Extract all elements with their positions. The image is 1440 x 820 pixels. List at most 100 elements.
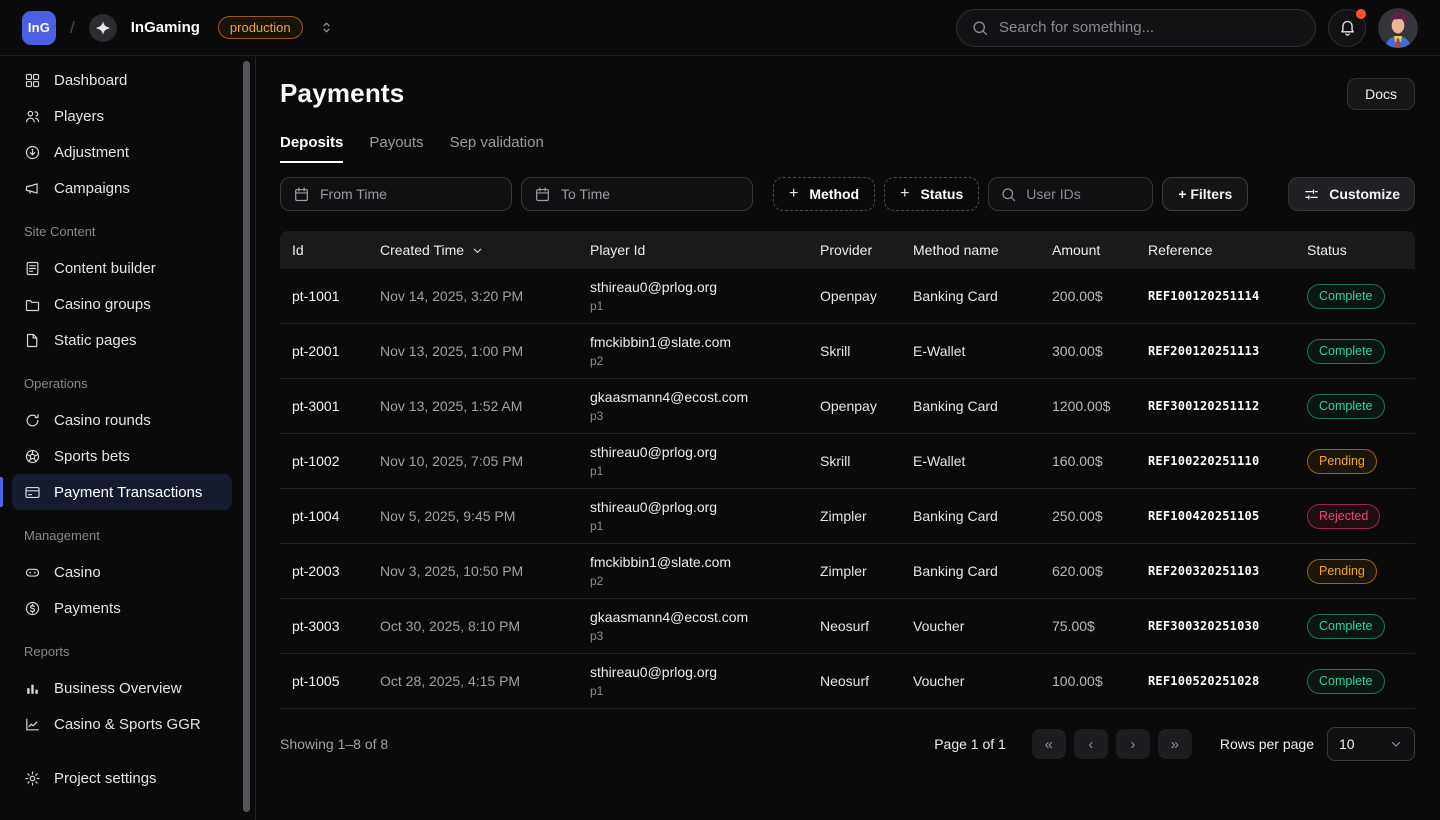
business-overview-icon [24, 680, 41, 697]
cell-method-name: Banking Card [903, 288, 1042, 304]
cell-id: pt-1002 [280, 453, 370, 469]
cell-status: Pending [1297, 559, 1415, 584]
to-time-input[interactable]: To Time [521, 177, 753, 211]
table-row[interactable]: pt-1002 Nov 10, 2025, 7:05 PM sthireau0@… [280, 434, 1415, 489]
table-row[interactable]: pt-3001 Nov 13, 2025, 1:52 AM gkaasmann4… [280, 379, 1415, 434]
sidebar-item-casino-groups[interactable]: Casino groups [12, 286, 232, 322]
customize-button[interactable]: Customize [1288, 177, 1415, 211]
player-email: sthireau0@prlog.org [590, 664, 810, 680]
sidebar-item-payments[interactable]: Payments [12, 590, 232, 626]
notifications-button[interactable] [1328, 9, 1366, 47]
cell-player-id: sthireau0@prlog.org p1 [580, 279, 810, 313]
user-avatar[interactable] [1378, 8, 1418, 48]
sidebar-item-label: Payment Transactions [54, 484, 202, 501]
sidebar-item-casino[interactable]: Casino [12, 554, 232, 590]
cell-method-name: E-Wallet [903, 343, 1042, 359]
cell-method-name: Banking Card [903, 398, 1042, 414]
sidebar-item-casino-sports-ggr[interactable]: Casino & Sports GGR [12, 706, 232, 742]
cell-provider: Skrill [810, 343, 903, 359]
app-logo[interactable]: InG [22, 11, 56, 45]
player-email: fmckibbin1@slate.com [590, 554, 810, 570]
sidebar-item-static-pages[interactable]: Static pages [12, 322, 232, 358]
more-filters-button[interactable]: + Filters [1162, 177, 1248, 211]
player-email: gkaasmann4@ecost.com [590, 389, 810, 405]
table-row[interactable]: pt-1001 Nov 14, 2025, 3:20 PM sthireau0@… [280, 269, 1415, 324]
docs-button[interactable]: Docs [1347, 78, 1415, 110]
cell-amount: 620.00$ [1042, 563, 1138, 579]
from-time-input[interactable]: From Time [280, 177, 512, 211]
calendar-icon [293, 186, 310, 203]
player-email: fmckibbin1@slate.com [590, 334, 810, 350]
ggr-icon [24, 716, 41, 733]
pagination-prev-button[interactable]: ‹ [1074, 729, 1108, 759]
breadcrumb-separator: / [70, 18, 75, 38]
cell-reference: REF300120251112 [1138, 399, 1297, 413]
tab-sep-validation[interactable]: Sep validation [450, 134, 544, 163]
method-filter-label: Method [809, 186, 859, 202]
payments-table: Id Created Time Player Id Provider Metho… [280, 231, 1415, 709]
sidebar-section-label: Management [24, 526, 239, 546]
player-id: p2 [590, 354, 810, 368]
status-badge: Complete [1307, 669, 1385, 694]
sidebar-item-content-builder[interactable]: Content builder [12, 250, 232, 286]
project-avatar [89, 14, 117, 42]
sidebar-section-label: Reports [24, 642, 239, 662]
tab-deposits[interactable]: Deposits [280, 134, 343, 163]
table-row[interactable]: pt-1005 Oct 28, 2025, 4:15 PM sthireau0@… [280, 654, 1415, 709]
sidebar-scrollbar[interactable] [243, 61, 250, 812]
sidebar-item-players[interactable]: Players [12, 98, 232, 134]
rows-per-page-label: Rows per page [1220, 736, 1314, 752]
cell-created-time: Nov 13, 2025, 1:00 PM [370, 343, 580, 359]
table-header: Id Created Time Player Id Provider Metho… [280, 231, 1415, 269]
add-method-filter-button[interactable]: + Method [773, 177, 875, 211]
table-body: pt-1001 Nov 14, 2025, 3:20 PM sthireau0@… [280, 269, 1415, 709]
rows-per-page-select[interactable]: 10 [1327, 727, 1415, 761]
tab-payouts[interactable]: Payouts [369, 134, 423, 163]
casino-icon [24, 564, 41, 581]
table-row[interactable]: pt-1004 Nov 5, 2025, 9:45 PM sthireau0@p… [280, 489, 1415, 544]
cell-status: Complete [1297, 284, 1415, 309]
column-header-created-time[interactable]: Created Time [370, 242, 580, 258]
search-input[interactable] [999, 19, 1301, 36]
user-ids-input[interactable]: User IDs [988, 177, 1153, 211]
cell-provider: Neosurf [810, 618, 903, 634]
column-header-provider: Provider [810, 242, 903, 258]
search-icon [1000, 186, 1017, 203]
pagination-first-button[interactable]: « [1032, 729, 1066, 759]
showing-count: Showing 1–8 of 8 [280, 736, 388, 752]
status-filter-label: Status [920, 186, 963, 202]
table-row[interactable]: pt-3003 Oct 30, 2025, 8:10 PM gkaasmann4… [280, 599, 1415, 654]
sidebar-nav: Dashboard Players Adjustment Campaigns S… [0, 62, 239, 742]
add-status-filter-button[interactable]: + Status [884, 177, 979, 211]
table-row[interactable]: pt-2001 Nov 13, 2025, 1:00 PM fmckibbin1… [280, 324, 1415, 379]
sidebar-item-label: Payments [54, 600, 121, 617]
sidebar-item-project-settings[interactable]: Project settings [12, 760, 232, 796]
project-name: InGaming [131, 19, 200, 36]
sidebar-item-sports-bets[interactable]: Sports bets [12, 438, 232, 474]
sidebar-item-casino-rounds[interactable]: Casino rounds [12, 402, 232, 438]
main-content: Payments Docs DepositsPayoutsSep validat… [256, 56, 1440, 820]
sidebar-item-adjustment[interactable]: Adjustment [12, 134, 232, 170]
table-row[interactable]: pt-2003 Nov 3, 2025, 10:50 PM fmckibbin1… [280, 544, 1415, 599]
filter-row: From Time To Time + Method + Status User… [280, 177, 1415, 211]
global-search[interactable] [956, 9, 1316, 47]
sidebar-item-business-overview[interactable]: Business Overview [12, 670, 232, 706]
sidebar-item-dashboard[interactable]: Dashboard [12, 62, 232, 98]
cell-created-time: Nov 13, 2025, 1:52 AM [370, 398, 580, 414]
from-time-placeholder: From Time [320, 186, 387, 202]
cell-amount: 200.00$ [1042, 288, 1138, 304]
pagination-next-button[interactable]: › [1116, 729, 1150, 759]
status-badge: Pending [1307, 449, 1377, 474]
sidebar-section: Reports Business Overview Casino & Sport… [0, 642, 239, 742]
pagination-last-button[interactable]: » [1158, 729, 1192, 759]
cell-status: Complete [1297, 394, 1415, 419]
sidebar-item-campaigns[interactable]: Campaigns [12, 170, 232, 206]
sidebar-section: Management Casino Payments [0, 526, 239, 626]
cell-id: pt-1001 [280, 288, 370, 304]
sidebar-item-label: Players [54, 108, 104, 125]
sidebar-item-payment-transactions[interactable]: Payment Transactions [12, 474, 232, 510]
project-switcher-icon[interactable] [319, 20, 334, 35]
cell-created-time: Nov 3, 2025, 10:50 PM [370, 563, 580, 579]
sidebar-section-label: Operations [24, 374, 239, 394]
cell-player-id: fmckibbin1@slate.com p2 [580, 554, 810, 588]
